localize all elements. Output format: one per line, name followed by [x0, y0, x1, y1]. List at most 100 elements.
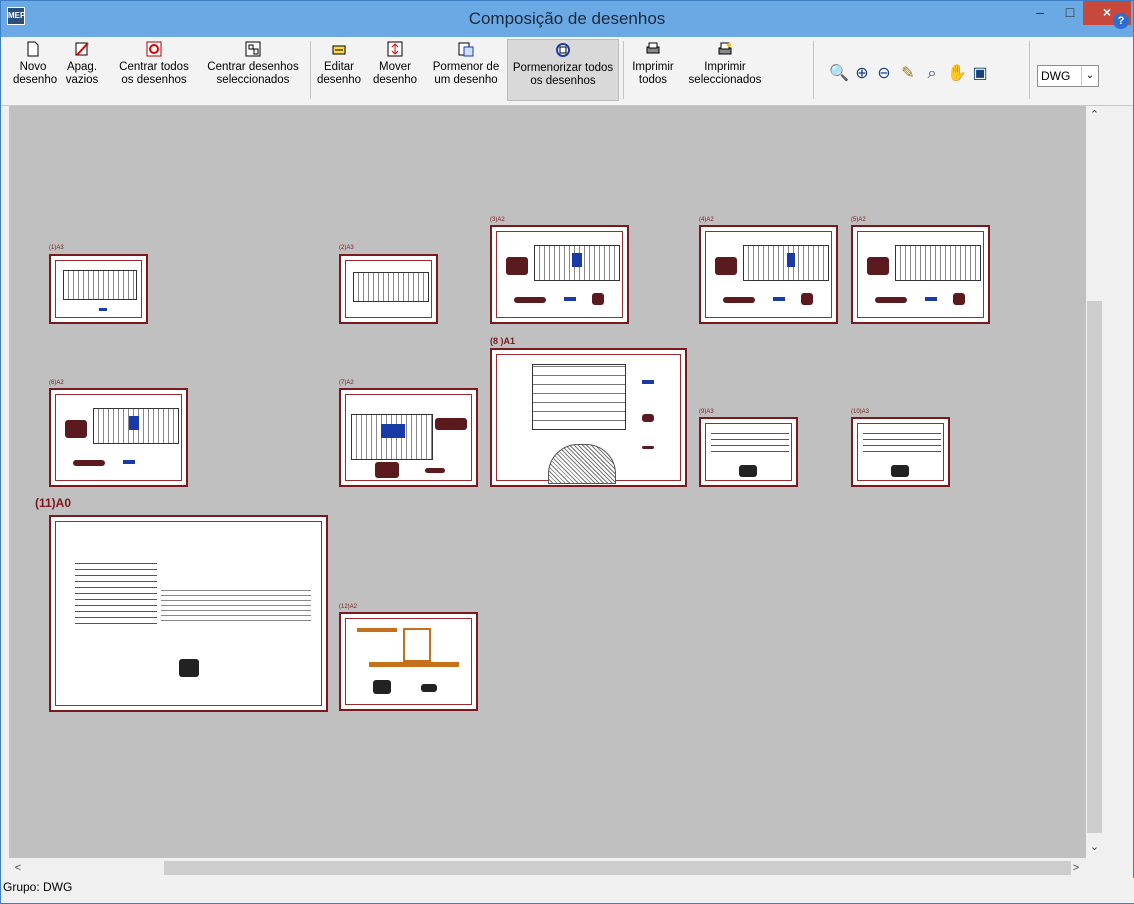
legend-block: [65, 420, 87, 438]
schematic-block: [403, 628, 431, 662]
schematic-lines: [711, 429, 789, 457]
legend-block: [642, 446, 654, 449]
center-selected-icon: [245, 41, 261, 57]
drawing-sheet[interactable]: [49, 388, 188, 487]
schematic-block: [369, 662, 459, 667]
sheet-label: (11)A0: [35, 496, 72, 510]
sheet-label: (10)A3: [851, 409, 870, 415]
piping-layout: [572, 253, 582, 267]
move-drawing-button[interactable]: Mover desenho: [367, 39, 423, 101]
chevron-down-icon[interactable]: ⌄: [1081, 66, 1098, 86]
title-bar: MEP Composição de desenhos – □ ×: [1, 1, 1133, 37]
erase-empty-label: Apag. vazios: [65, 61, 99, 86]
floor-plan: [63, 270, 137, 300]
sheet-label: (6)A2: [49, 380, 64, 386]
drawing-sheet[interactable]: [339, 254, 438, 324]
legend-block: [953, 293, 965, 305]
scroll-left-icon[interactable]: <: [9, 859, 27, 877]
sheet-label: (2)A3: [339, 245, 354, 251]
legend-block: [375, 462, 399, 478]
drawing-sheet[interactable]: [490, 225, 629, 324]
group-select-value: DWG: [1041, 69, 1071, 83]
legend-block: [891, 465, 909, 477]
horizontal-scrollbar[interactable]: < >: [9, 859, 1086, 877]
scroll-down-icon[interactable]: ⌄: [1086, 840, 1103, 857]
title-block: [564, 297, 576, 301]
print-all-button[interactable]: Imprimir todos: [629, 39, 677, 101]
detail-all-button[interactable]: Pormenorizar todos os desenhos: [507, 39, 619, 101]
detail-all-icon: [555, 42, 571, 58]
new-drawing-button[interactable]: Novo desenho: [13, 39, 57, 101]
piping-layout: [129, 416, 139, 430]
center-selected-button[interactable]: Centrar desenhos seleccionados: [199, 39, 307, 101]
center-all-button[interactable]: Centrar todos os desenhos: [113, 39, 195, 101]
print-all-label: Imprimir todos: [632, 61, 674, 86]
toolbar: Novo desenho Apag. vazios Centrar todos …: [1, 37, 1133, 106]
legend-block: [435, 418, 467, 430]
schematic-lines: [863, 429, 941, 457]
legend-block: [373, 680, 391, 694]
toolbar-separator: [1029, 41, 1030, 99]
detail-drawing-icon: [458, 41, 474, 57]
legend-block: [506, 257, 528, 275]
horizontal-scroll-thumb[interactable]: [164, 861, 1071, 875]
drawing-sheet[interactable]: [339, 612, 478, 711]
drawing-sheet[interactable]: [339, 388, 478, 487]
floor-plan: [895, 245, 981, 281]
legend-block: [723, 297, 755, 303]
scroll-up-icon[interactable]: ⌃: [1086, 108, 1103, 125]
group-select[interactable]: DWG ⌄: [1037, 65, 1099, 87]
sheet-label: (1)A3: [49, 245, 64, 251]
zoom-previous-icon[interactable]: ⌕: [923, 65, 941, 83]
legend-block: [642, 414, 654, 422]
vertical-scrollbar[interactable]: ⌃ ⌄: [1086, 106, 1103, 858]
zoom-in-icon[interactable]: ⊕: [853, 65, 871, 83]
pencil-icon[interactable]: ✎: [899, 65, 917, 83]
erase-empty-icon: [74, 41, 90, 57]
drawing-sheet[interactable]: [49, 254, 148, 324]
legend-block: [875, 297, 907, 303]
sheet-label: (5)A2: [851, 217, 866, 223]
legend-block: [73, 460, 105, 466]
center-all-label: Centrar todos os desenhos: [119, 61, 189, 86]
drawing-sheet[interactable]: [851, 225, 990, 324]
schematic-block: [357, 628, 397, 632]
legend-block: [801, 293, 813, 305]
print-selected-button[interactable]: Imprimir seleccionados: [681, 39, 769, 101]
piping-layout: [787, 253, 795, 267]
detail-drawing-label: Pormenor de um desenho: [432, 61, 500, 86]
drawing-sheet[interactable]: [490, 348, 687, 487]
detail-all-label: Pormenorizar todos os desenhos: [512, 62, 614, 87]
sheet-label: (12)A2: [339, 604, 358, 610]
legend-block: [425, 468, 445, 473]
legend-block: [421, 684, 437, 692]
help-icon[interactable]: ?: [1113, 13, 1129, 29]
center-all-icon: [146, 41, 162, 57]
minimize-button[interactable]: –: [1025, 1, 1055, 25]
title-block: [123, 460, 135, 464]
print-selected-icon: [717, 41, 733, 57]
drawing-canvas[interactable]: (1)A3 (2)A3 (3)A2 (4)A2 (5)A2 (6)A2 (7)A…: [9, 106, 1086, 858]
zoom-out-icon[interactable]: ⊖: [875, 65, 893, 83]
edit-drawing-button[interactable]: Editar desenho: [315, 39, 363, 101]
redraw-icon[interactable]: ▣: [971, 65, 989, 83]
pan-hand-icon[interactable]: ✋: [947, 65, 967, 83]
toolbar-separator: [623, 41, 624, 99]
status-text: Grupo: DWG: [3, 880, 73, 894]
legend-block: [179, 659, 199, 677]
detail-drawing-button[interactable]: Pormenor de um desenho: [429, 39, 503, 101]
scroll-right-icon[interactable]: >: [1067, 859, 1085, 877]
new-drawing-label: Novo desenho: [13, 61, 58, 86]
toolbar-separator: [310, 41, 311, 99]
vertical-scroll-thumb[interactable]: [1087, 301, 1102, 833]
sheet-label: (4)A2: [699, 217, 714, 223]
drawing-sheet[interactable]: [49, 515, 328, 712]
drawing-sheet[interactable]: [699, 225, 838, 324]
erase-empty-button[interactable]: Apag. vazios: [61, 39, 103, 101]
drawing-sheet[interactable]: [699, 417, 798, 487]
zoom-window-icon[interactable]: 🔍: [829, 65, 849, 83]
maximize-button[interactable]: □: [1055, 1, 1085, 25]
floor-plan: [532, 364, 626, 430]
toolbar-separator: [813, 41, 814, 99]
drawing-sheet[interactable]: [851, 417, 950, 487]
